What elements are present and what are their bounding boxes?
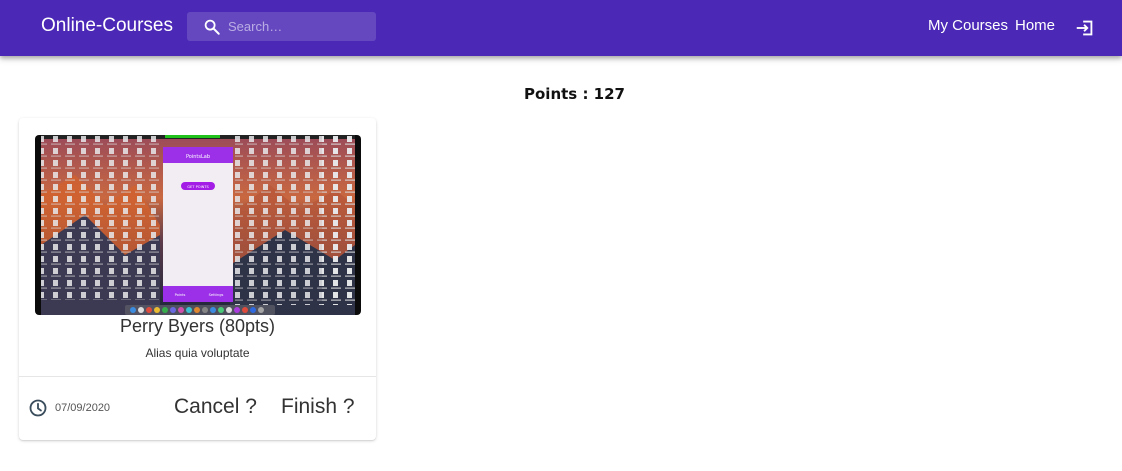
phone-app-title: PointsLab [186,154,210,160]
search-input[interactable] [228,12,368,41]
course-thumbnail: PointsLab GET POINTS Points Settings [35,135,361,315]
desktop-screenshot-image: PointsLab GET POINTS Points Settings [41,135,355,315]
brand-title[interactable]: Online-Courses [41,15,173,37]
clock-icon [29,399,47,417]
cancel-button[interactable]: Cancel ? [174,395,257,419]
finish-button[interactable]: Finish ? [281,395,355,419]
phone-app-button: GET POINTS [187,185,209,189]
course-card: PointsLab GET POINTS Points Settings Per… [19,118,376,440]
phone-footer-right: Settings [209,293,224,297]
card-divider [19,376,376,377]
app-bar: Online-Courses My Courses Home [0,0,1122,56]
points-total: Points : 127 [524,85,625,103]
nav-home[interactable]: Home [1015,17,1055,35]
nav-my-courses[interactable]: My Courses [928,17,1008,35]
search-box[interactable] [187,12,376,41]
course-date: 07/09/2020 [55,402,111,414]
phone-footer-left: Points [175,293,186,297]
logout-icon[interactable] [1074,17,1096,39]
course-title: Perry Byers (80pts) [119,316,276,336]
search-icon [204,19,220,35]
course-description: Alias quia voluptate [145,346,250,360]
